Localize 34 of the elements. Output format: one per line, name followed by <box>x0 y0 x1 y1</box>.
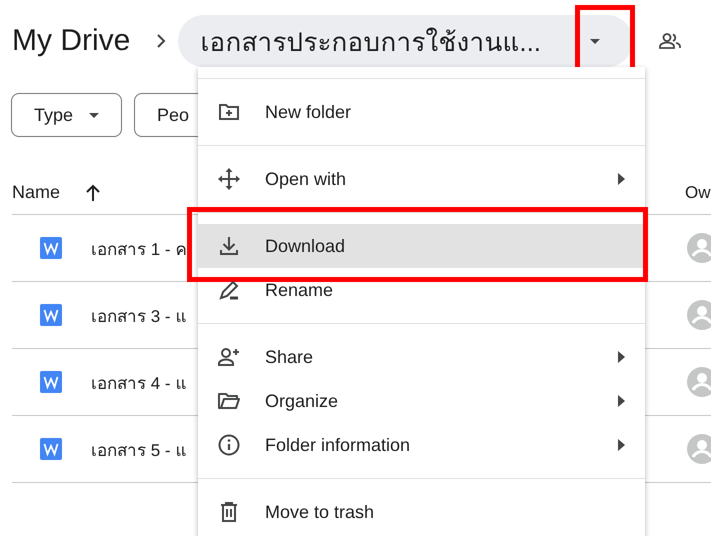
breadcrumb-root[interactable]: My Drive <box>12 24 130 58</box>
column-header[interactable]: Ow <box>685 182 710 202</box>
people-icon <box>659 33 682 49</box>
menu-item[interactable]: Share <box>198 335 645 379</box>
caret-icon <box>89 112 100 118</box>
avatar-icon <box>687 367 711 397</box>
menu-item[interactable]: Rename <box>198 268 645 312</box>
info-icon <box>217 433 241 457</box>
file-name[interactable]: เอกสาร 4 - แ <box>91 368 186 396</box>
file-name[interactable]: เอกสาร 1 - ค <box>91 234 186 262</box>
word-doc-icon <box>40 304 62 326</box>
word-doc-icon <box>40 237 62 259</box>
file-name[interactable]: เอกสาร 5 - แ <box>91 436 186 462</box>
move-arrows-icon <box>217 167 241 191</box>
folder-name: เอกสารประกอบการใช้งานแ... <box>200 26 542 58</box>
word-doc-icon <box>40 371 62 393</box>
chevron-icon <box>156 33 166 49</box>
menu-item[interactable]: Download <box>198 224 645 268</box>
avatar-icon <box>687 434 711 464</box>
menu-item[interactable]: Organize <box>198 379 645 423</box>
word-doc-icon <box>40 438 62 460</box>
arrow-up-icon <box>85 184 102 202</box>
avatar-icon <box>687 233 711 263</box>
column-header[interactable]: Name <box>12 182 60 203</box>
caret-icon <box>590 38 600 44</box>
filter-chip[interactable]: Type <box>11 93 122 137</box>
menu-item[interactable]: Open with <box>198 157 645 201</box>
pencil-icon <box>217 278 241 302</box>
avatar-icon <box>687 300 711 330</box>
download-icon <box>217 234 241 258</box>
menu-item[interactable]: Folder information <box>198 423 645 467</box>
file-name[interactable]: เอกสาร 3 - แ <box>91 302 186 328</box>
menu-item[interactable]: Move to trash <box>198 490 645 534</box>
person-add-icon <box>217 345 241 369</box>
